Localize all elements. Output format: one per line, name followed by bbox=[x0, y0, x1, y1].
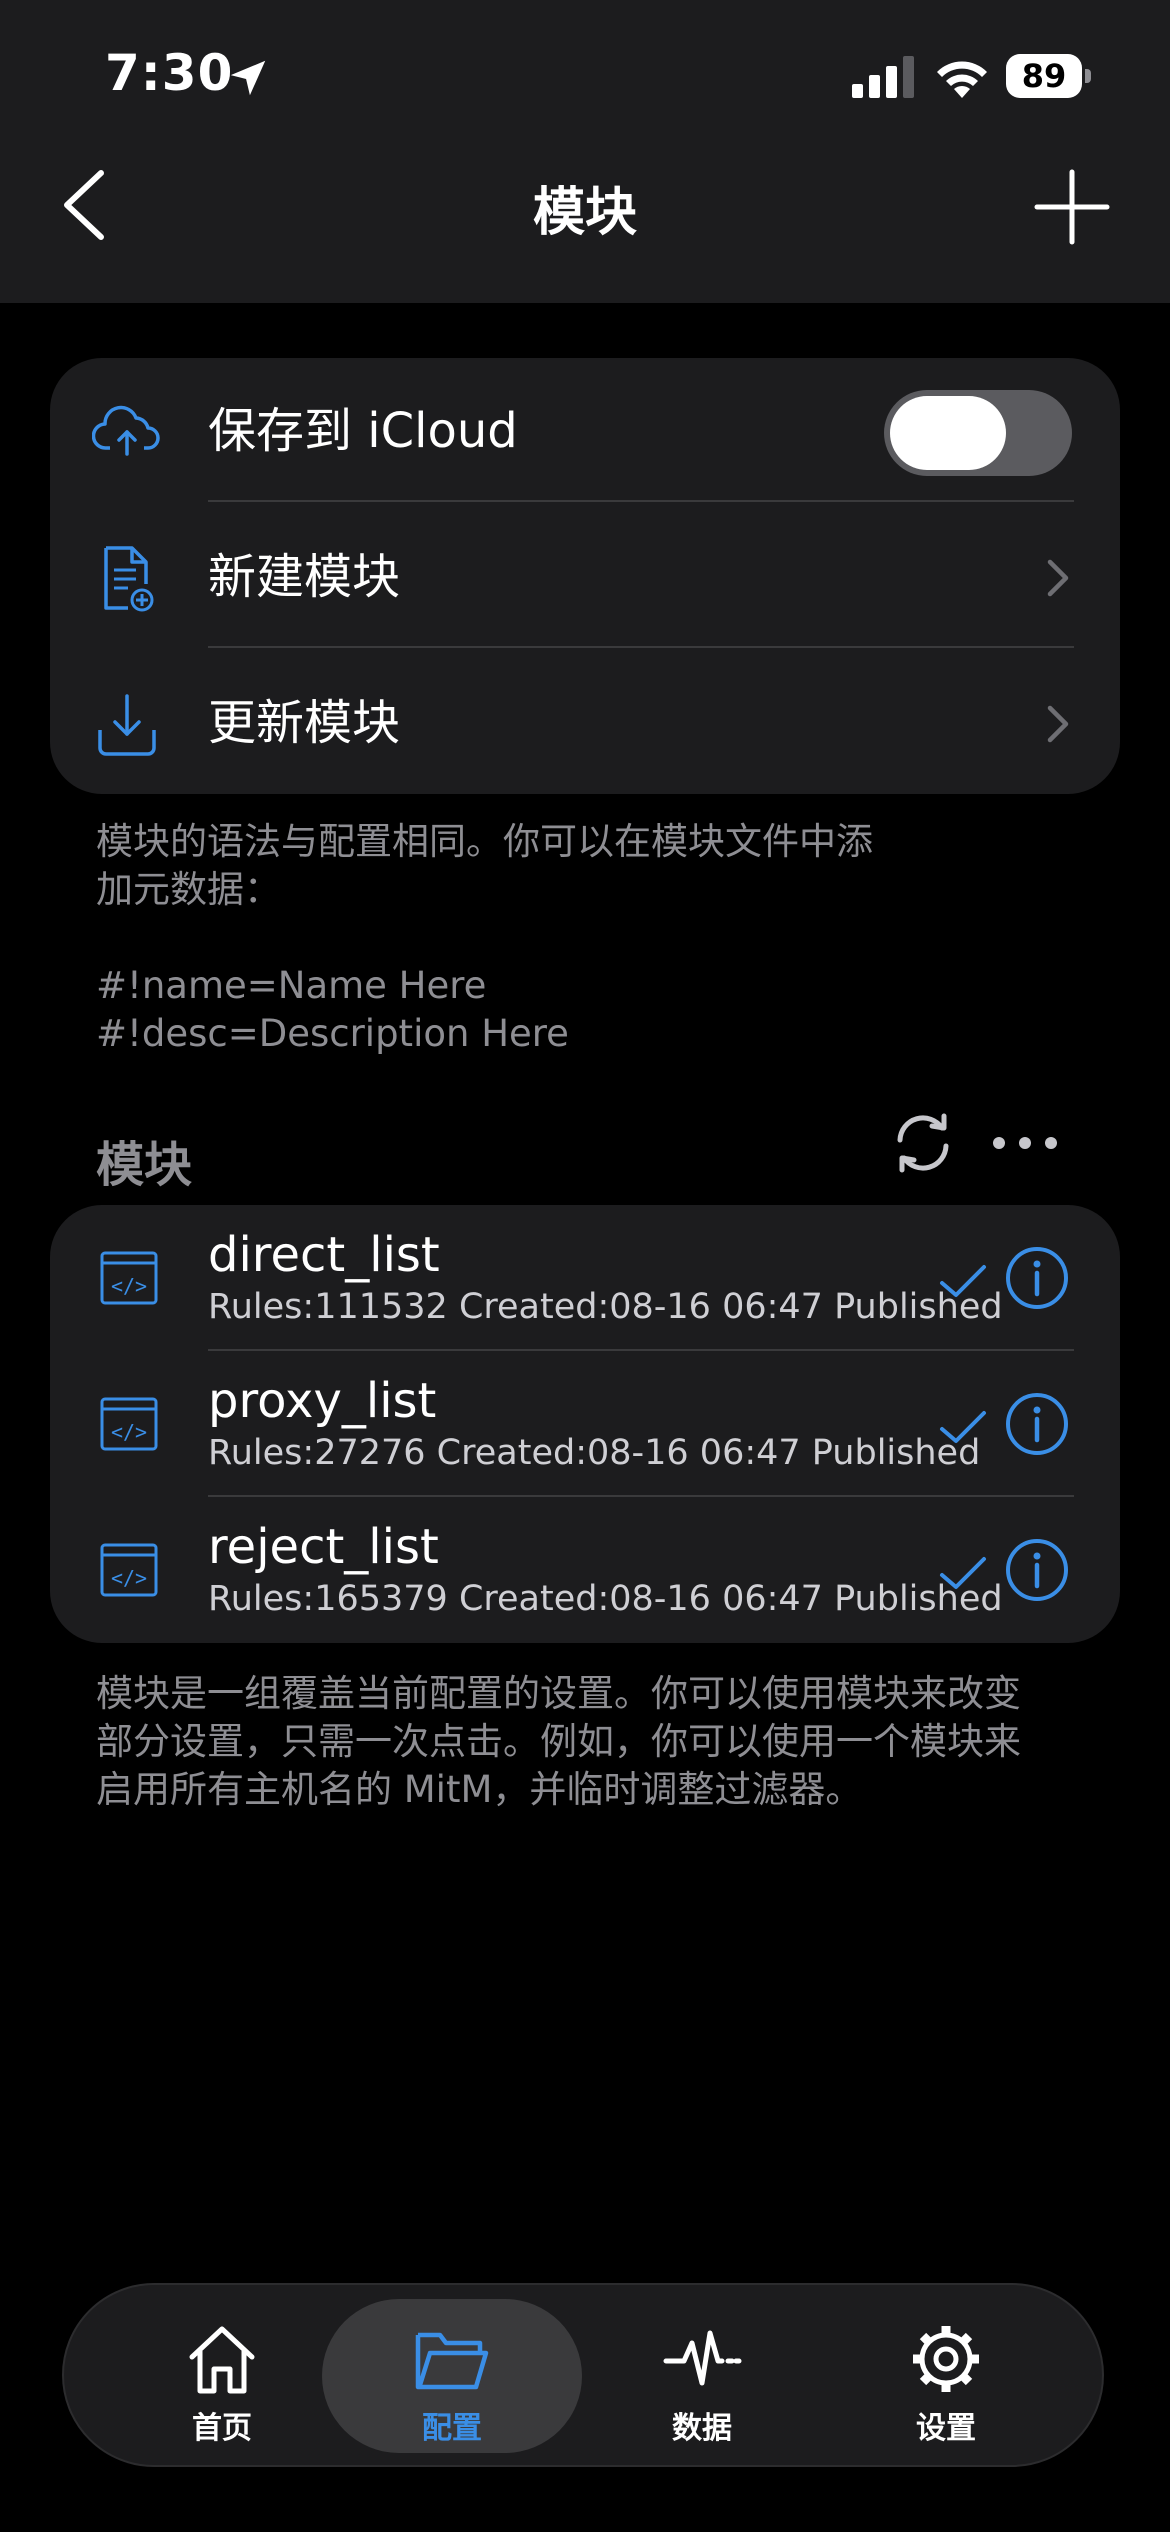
tab-label: 配置 bbox=[422, 2411, 482, 2446]
home-icon bbox=[189, 2326, 255, 2394]
module-meta: Rules:165379 Created:08-16 06:47 Publish… bbox=[208, 1579, 1003, 1619]
note-line: 部分设置，只需一次点击。例如，你可以使用一个模块来 bbox=[96, 1720, 1021, 1763]
battery-indicator: 89 bbox=[1006, 54, 1092, 100]
module-row[interactable]: </> reject_list Rules:165379 Created:08-… bbox=[50, 1497, 1120, 1643]
code-module-icon: </> bbox=[100, 1251, 158, 1305]
chevron-right-icon bbox=[1047, 559, 1069, 597]
note-line: 模块是一组覆盖当前配置的设置。你可以使用模块来改变 bbox=[96, 1672, 1021, 1715]
module-meta: Rules:111532 Created:08-16 06:47 Publish… bbox=[208, 1287, 1003, 1327]
note-line: 启用所有主机名的 MitM，并临时调整过滤器。 bbox=[96, 1768, 863, 1811]
page-title: 模块 bbox=[532, 183, 637, 243]
tab-config[interactable]: 配置 bbox=[322, 2299, 582, 2453]
icloud-row: 保存到 iCloud bbox=[50, 358, 1120, 504]
note-line: 模块的语法与配置相同。你可以在模块文件中添 bbox=[96, 820, 873, 863]
tab-bar: 首页 配置 数据 设置 bbox=[62, 2283, 1104, 2467]
new-document-icon bbox=[104, 546, 154, 612]
code-module-icon: </> bbox=[100, 1543, 158, 1597]
svg-text:</>: </> bbox=[111, 1566, 147, 1590]
info-note: 模块的语法与配置相同。你可以在模块文件中添 加元数据： #!name=Name … bbox=[96, 818, 873, 1058]
refresh-icon[interactable] bbox=[890, 1110, 956, 1176]
module-name: reject_list bbox=[208, 1519, 439, 1575]
add-button[interactable] bbox=[1033, 168, 1111, 246]
info-icon[interactable] bbox=[1004, 1537, 1070, 1603]
update-module-label: 更新模块 bbox=[208, 695, 401, 751]
tab-label: 设置 bbox=[916, 2411, 976, 2446]
note-line: 加元数据： bbox=[96, 868, 281, 911]
settings-card: 保存到 iCloud 新建模块 更新模块 bbox=[50, 358, 1120, 794]
note-line: #!name=Name Here bbox=[96, 964, 487, 1007]
divider bbox=[208, 500, 1074, 502]
note-line: #!desc=Description Here bbox=[96, 1012, 569, 1055]
tab-settings[interactable]: 设置 bbox=[816, 2285, 1076, 2465]
info-icon[interactable] bbox=[1004, 1391, 1070, 1457]
module-row[interactable]: </> direct_list Rules:111532 Created:08-… bbox=[50, 1205, 1120, 1351]
svg-text:</>: </> bbox=[111, 1274, 147, 1298]
update-module-row[interactable]: 更新模块 bbox=[50, 650, 1120, 796]
tab-label: 首页 bbox=[192, 2411, 252, 2446]
new-module-row[interactable]: 新建模块 bbox=[50, 504, 1120, 650]
divider bbox=[208, 646, 1074, 648]
status-time: 7:30 bbox=[105, 44, 234, 102]
wifi-icon bbox=[937, 61, 987, 98]
location-arrow-icon bbox=[230, 60, 266, 96]
tab-label: 数据 bbox=[672, 2411, 732, 2446]
code-module-icon: </> bbox=[100, 1397, 158, 1451]
module-name: proxy_list bbox=[208, 1373, 437, 1429]
checkmark-icon bbox=[940, 1557, 986, 1589]
folder-icon bbox=[415, 2332, 489, 2390]
module-meta: Rules:27276 Created:08-16 06:47 Publishe… bbox=[208, 1433, 981, 1473]
toggle-knob bbox=[890, 396, 1006, 470]
tab-data[interactable]: 数据 bbox=[572, 2285, 832, 2465]
modules-card: </> direct_list Rules:111532 Created:08-… bbox=[50, 1205, 1120, 1643]
battery-level: 89 bbox=[1021, 57, 1067, 95]
cellular-signal-icon bbox=[852, 56, 914, 98]
more-icon[interactable] bbox=[990, 1120, 1060, 1166]
download-icon bbox=[98, 694, 156, 756]
section-title: 模块 bbox=[96, 1137, 193, 1193]
icloud-label: 保存到 iCloud bbox=[208, 403, 518, 459]
svg-text:</>: </> bbox=[111, 1420, 147, 1444]
info-icon[interactable] bbox=[1004, 1245, 1070, 1311]
activity-icon bbox=[663, 2330, 742, 2386]
chevron-right-icon bbox=[1047, 705, 1069, 743]
checkmark-icon bbox=[940, 1265, 986, 1297]
module-name: direct_list bbox=[208, 1227, 440, 1283]
new-module-label: 新建模块 bbox=[208, 549, 401, 605]
icloud-toggle[interactable] bbox=[884, 390, 1072, 476]
tab-home[interactable]: 首页 bbox=[92, 2285, 352, 2465]
cloud-upload-icon bbox=[92, 405, 160, 456]
footer-note: 模块是一组覆盖当前配置的设置。你可以使用模块来改变 部分设置，只需一次点击。例如… bbox=[96, 1670, 1021, 1814]
module-row[interactable]: </> proxy_list Rules:27276 Created:08-16… bbox=[50, 1351, 1120, 1497]
checkmark-icon bbox=[940, 1411, 986, 1443]
gear-icon bbox=[913, 2326, 979, 2392]
